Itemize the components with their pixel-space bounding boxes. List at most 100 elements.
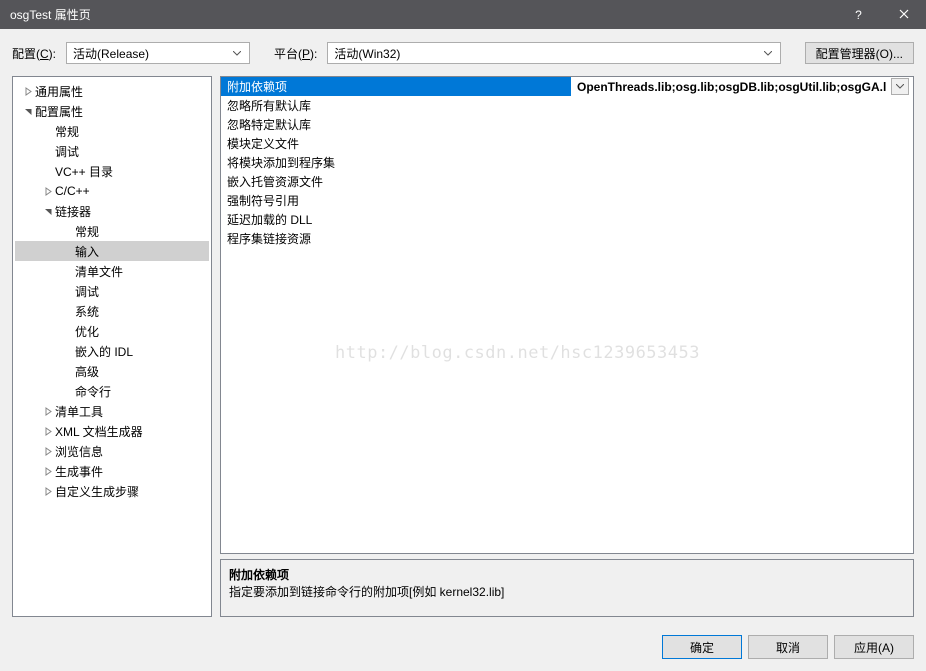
- toolbar: 配置(C): 活动(Release) 平台(P): 活动(Win32) 配置管理…: [0, 29, 926, 76]
- tree-item[interactable]: 通用属性: [15, 81, 209, 101]
- property-value-cell[interactable]: OpenThreads.lib;osg.lib;osgDB.lib;osgUti…: [571, 77, 913, 96]
- config-dropdown[interactable]: 活动(Release): [66, 42, 250, 64]
- tree-item[interactable]: VC++ 目录: [15, 161, 209, 181]
- tree-item-label: C/C++: [55, 184, 90, 198]
- config-manager-button[interactable]: 配置管理器(O)...: [805, 42, 914, 64]
- expander-closed-icon[interactable]: [41, 467, 55, 476]
- tree-item-label: XML 文档生成器: [55, 423, 143, 440]
- tree-item-label: 清单工具: [55, 403, 103, 420]
- property-value-cell[interactable]: [571, 172, 913, 191]
- tree-item-label: 嵌入的 IDL: [75, 343, 133, 360]
- property-row[interactable]: 程序集链接资源: [221, 229, 913, 248]
- property-row[interactable]: 忽略所有默认库: [221, 96, 913, 115]
- expander-closed-icon[interactable]: [41, 447, 55, 456]
- tree-item[interactable]: 调试: [15, 281, 209, 301]
- property-value-cell[interactable]: [571, 96, 913, 115]
- expander-closed-icon[interactable]: [41, 187, 55, 196]
- tree-item[interactable]: 输入: [15, 241, 209, 261]
- property-row[interactable]: 强制符号引用: [221, 191, 913, 210]
- property-name: 程序集链接资源: [221, 229, 571, 248]
- property-value-cell[interactable]: [571, 191, 913, 210]
- platform-dropdown[interactable]: 活动(Win32): [327, 42, 780, 64]
- right-pane: http://blog.csdn.net/hsc1239653453 附加依赖项…: [220, 76, 914, 617]
- platform-label: 平台(P):: [274, 45, 317, 62]
- tree-item-label: 输入: [75, 243, 99, 260]
- tree-item[interactable]: XML 文档生成器: [15, 421, 209, 441]
- apply-button[interactable]: 应用(A): [834, 635, 914, 659]
- platform-value: 活动(Win32): [334, 45, 759, 62]
- property-name: 将模块添加到程序集: [221, 153, 571, 172]
- tree-item-label: 调试: [55, 143, 79, 160]
- property-name: 忽略所有默认库: [221, 96, 571, 115]
- expander-open-icon[interactable]: [41, 207, 55, 216]
- tree-item[interactable]: 系统: [15, 301, 209, 321]
- property-value-cell[interactable]: [571, 210, 913, 229]
- close-button[interactable]: [881, 0, 926, 29]
- tree-item-label: VC++ 目录: [55, 163, 113, 180]
- tree-item-label: 清单文件: [75, 263, 123, 280]
- footer: 确定 取消 应用(A): [0, 625, 926, 671]
- help-button[interactable]: ?: [836, 0, 881, 29]
- expander-closed-icon[interactable]: [21, 87, 35, 96]
- tree-item-label: 配置属性: [35, 103, 83, 120]
- tree-item[interactable]: 调试: [15, 141, 209, 161]
- property-row[interactable]: 模块定义文件: [221, 134, 913, 153]
- tree-item-label: 链接器: [55, 203, 91, 220]
- property-row[interactable]: 附加依赖项 OpenThreads.lib;osg.lib;osgDB.lib;o…: [221, 77, 913, 96]
- ok-button[interactable]: 确定: [662, 635, 742, 659]
- tree-item[interactable]: 命令行: [15, 381, 209, 401]
- tree-item-label: 浏览信息: [55, 443, 103, 460]
- tree-item-label: 系统: [75, 303, 99, 320]
- tree-item[interactable]: 常规: [15, 221, 209, 241]
- config-manager-label: 配置管理器(O)...: [816, 45, 903, 62]
- expander-closed-icon[interactable]: [41, 487, 55, 496]
- property-value: OpenThreads.lib;osg.lib;osgDB.lib;osgUti…: [577, 80, 887, 94]
- tree-item[interactable]: 配置属性: [15, 101, 209, 121]
- property-value-cell[interactable]: [571, 229, 913, 248]
- property-row[interactable]: 嵌入托管资源文件: [221, 172, 913, 191]
- cancel-label: 取消: [776, 639, 800, 656]
- tree-item[interactable]: 生成事件: [15, 461, 209, 481]
- property-name: 模块定义文件: [221, 134, 571, 153]
- watermark-text: http://blog.csdn.net/hsc1239653453: [335, 343, 700, 363]
- tree-item-label: 自定义生成步骤: [55, 483, 139, 500]
- tree-item[interactable]: 嵌入的 IDL: [15, 341, 209, 361]
- property-value-cell[interactable]: [571, 134, 913, 153]
- property-grid[interactable]: http://blog.csdn.net/hsc1239653453 附加依赖项…: [220, 76, 914, 554]
- tree-item[interactable]: 浏览信息: [15, 441, 209, 461]
- main-content: 通用属性配置属性常规调试VC++ 目录C/C++链接器常规输入清单文件调试系统优…: [0, 76, 926, 625]
- expander-open-icon[interactable]: [21, 107, 35, 116]
- apply-label: 应用(A): [854, 639, 894, 656]
- tree-item[interactable]: 链接器: [15, 201, 209, 221]
- tree-item-label: 通用属性: [35, 83, 83, 100]
- property-row[interactable]: 忽略特定默认库: [221, 115, 913, 134]
- property-name: 强制符号引用: [221, 191, 571, 210]
- tree-item[interactable]: 清单工具: [15, 401, 209, 421]
- tree-item[interactable]: 优化: [15, 321, 209, 341]
- tree-item[interactable]: C/C++: [15, 181, 209, 201]
- tree-view[interactable]: 通用属性配置属性常规调试VC++ 目录C/C++链接器常规输入清单文件调试系统优…: [12, 76, 212, 617]
- property-value-cell[interactable]: [571, 115, 913, 134]
- property-row[interactable]: 延迟加载的 DLL: [221, 210, 913, 229]
- property-value-cell[interactable]: [571, 153, 913, 172]
- property-name: 延迟加载的 DLL: [221, 210, 571, 229]
- cancel-button[interactable]: 取消: [748, 635, 828, 659]
- tree-item-label: 常规: [55, 123, 79, 140]
- property-name: 附加依赖项: [221, 77, 571, 96]
- config-value: 活动(Release): [73, 45, 229, 62]
- close-icon: [899, 8, 909, 22]
- expander-closed-icon[interactable]: [41, 427, 55, 436]
- tree-item-label: 常规: [75, 223, 99, 240]
- tree-item[interactable]: 自定义生成步骤: [15, 481, 209, 501]
- property-value-dropdown[interactable]: [891, 78, 909, 95]
- chevron-down-icon: [896, 84, 904, 89]
- chevron-down-icon: [229, 51, 245, 56]
- config-label: 配置(C):: [12, 45, 56, 62]
- property-row[interactable]: 将模块添加到程序集: [221, 153, 913, 172]
- ok-label: 确定: [690, 639, 714, 656]
- tree-item[interactable]: 常规: [15, 121, 209, 141]
- tree-item-label: 高级: [75, 363, 99, 380]
- expander-closed-icon[interactable]: [41, 407, 55, 416]
- tree-item[interactable]: 高级: [15, 361, 209, 381]
- tree-item[interactable]: 清单文件: [15, 261, 209, 281]
